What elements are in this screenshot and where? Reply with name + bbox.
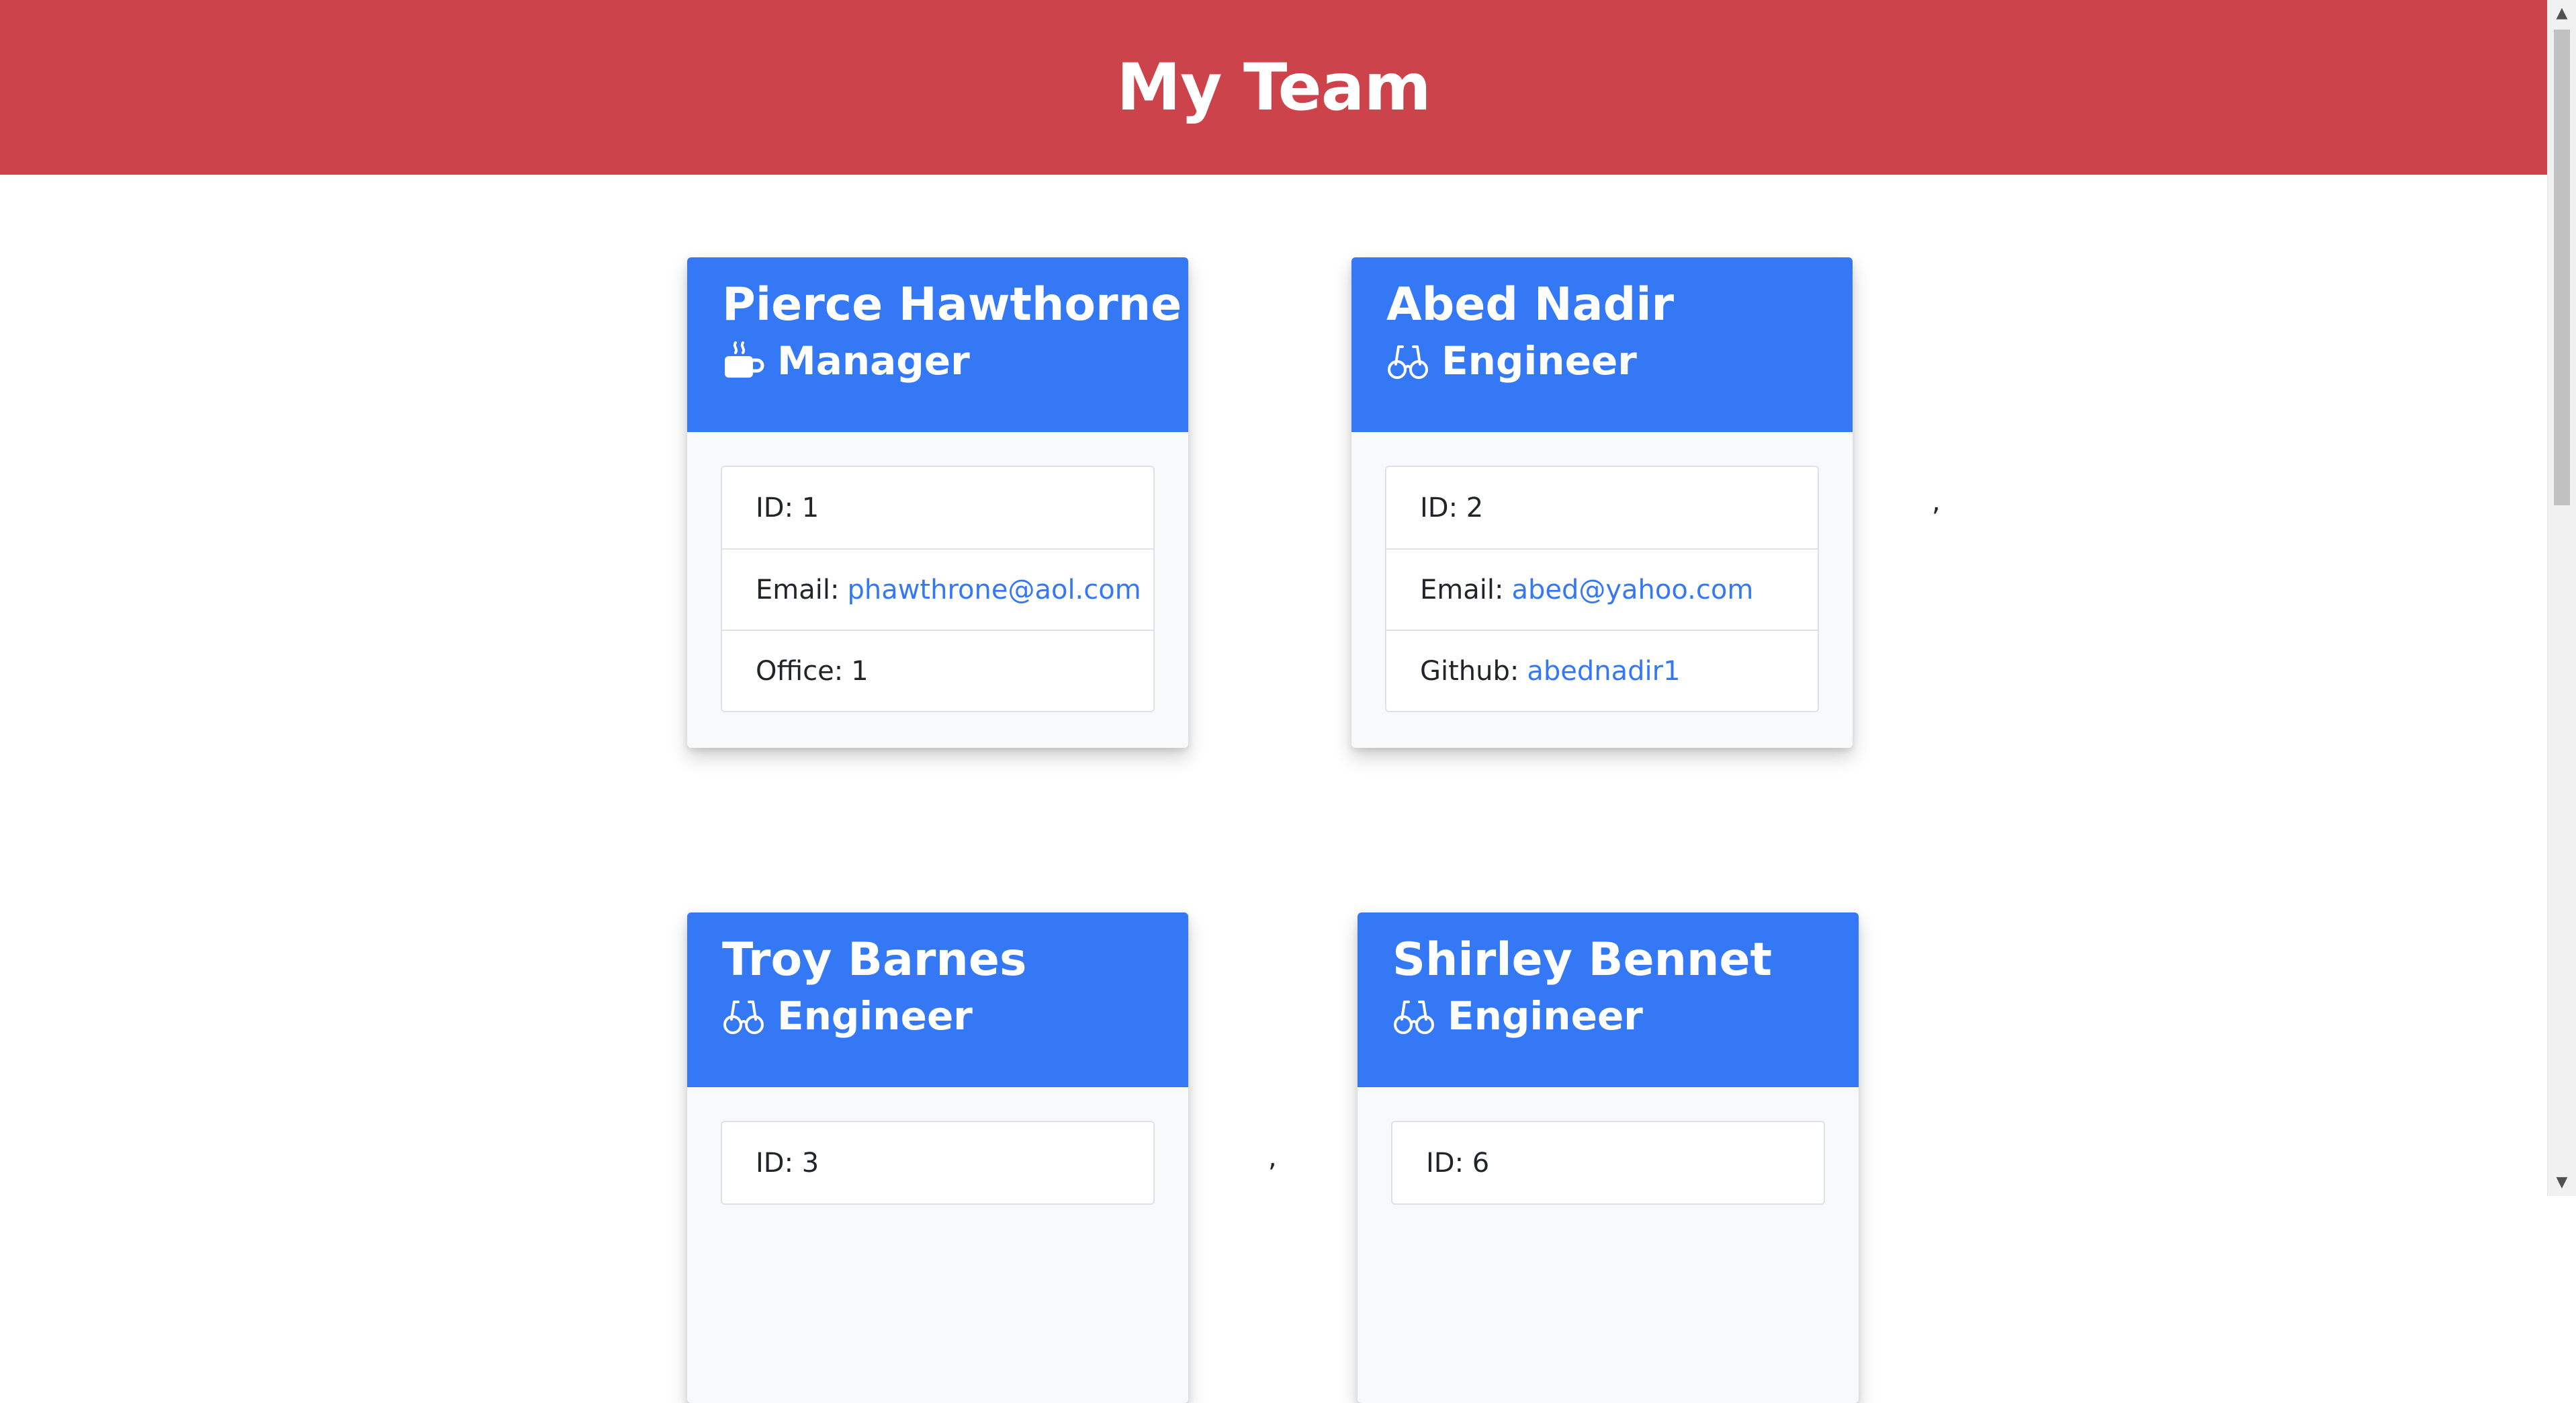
stray-separator: ,	[1932, 486, 1941, 517]
employee-card: Pierce Hawthorne Manager ID: 1 Email: ph…	[687, 257, 1188, 748]
scroll-down-arrow-icon[interactable]: ▼	[2548, 1169, 2576, 1196]
role-label: Engineer	[1441, 337, 1637, 384]
list-item: ID: 2	[1386, 467, 1818, 548]
glasses-icon	[722, 995, 765, 1038]
employee-role: Engineer	[1386, 337, 1818, 384]
card-header: Shirley Bennet Engineer	[1358, 912, 1859, 1087]
glasses-icon	[1386, 340, 1429, 383]
role-label: Engineer	[777, 992, 973, 1039]
role-label: Engineer	[1448, 992, 1643, 1039]
github-link[interactable]: abednadir1	[1527, 656, 1680, 687]
employee-name: Troy Barnes	[722, 933, 1027, 986]
employee-role: Manager	[722, 337, 1153, 384]
office-label: Office:	[756, 655, 844, 687]
office-number: 1	[851, 655, 869, 687]
list-item: Office: 1	[722, 630, 1153, 711]
email-label: Email:	[1420, 574, 1504, 605]
role-label: Manager	[777, 337, 970, 384]
info-list: ID: 2 Email: abed@yahoo.com Github: abed…	[1385, 466, 1819, 712]
list-item: ID: 3	[722, 1122, 1153, 1203]
card-body: ID: 1 Email: phawthrone@aol.com Office: …	[687, 432, 1188, 746]
email-link[interactable]: phawthrone@aol.com	[847, 575, 1141, 605]
list-item: Email: abed@yahoo.com	[1386, 548, 1818, 630]
employee-role: Engineer	[1392, 992, 1824, 1039]
employee-id: ID: 2	[1420, 492, 1484, 523]
mug-icon	[722, 340, 765, 383]
page-header: My Team	[0, 0, 2547, 175]
list-item: ID: 1	[722, 467, 1153, 548]
page-title: My Team	[1116, 50, 1431, 125]
employee-card: Abed Nadir Engineer ID: 2 Email: abed@ya…	[1351, 257, 1853, 748]
scroll-up-arrow-icon[interactable]: ▲	[2548, 0, 2576, 27]
card-body: ID: 2 Email: abed@yahoo.com Github: abed…	[1351, 432, 1853, 746]
list-item: ID: 6	[1392, 1122, 1824, 1203]
card-header: Abed Nadir Engineer	[1351, 257, 1853, 432]
employee-card: Troy Barnes Engineer ID: 3	[687, 912, 1188, 1403]
employee-role: Engineer	[722, 992, 1153, 1039]
employee-card: Shirley Bennet Engineer ID: 6	[1358, 912, 1859, 1403]
card-body: ID: 6	[1358, 1087, 1859, 1238]
employee-name: Pierce Hawthorne	[722, 278, 1182, 331]
employee-id: ID: 6	[1426, 1147, 1490, 1179]
info-list: ID: 1 Email: phawthrone@aol.com Office: …	[721, 466, 1155, 712]
card-header: Pierce Hawthorne Manager	[687, 257, 1188, 432]
email-link[interactable]: abed@yahoo.com	[1511, 575, 1753, 605]
employee-id: ID: 3	[756, 1147, 819, 1179]
info-list: ID: 6	[1391, 1121, 1825, 1205]
list-item: Github: abednadir1	[1386, 630, 1818, 711]
stray-separator: ,	[1268, 1142, 1277, 1173]
list-item: Email: phawthrone@aol.com	[722, 548, 1153, 630]
employee-name: Shirley Bennet	[1392, 933, 1773, 986]
employee-name: Abed Nadir	[1386, 278, 1675, 331]
vertical-scrollbar[interactable]: ▲ ▼	[2547, 0, 2576, 1196]
github-label: Github:	[1420, 655, 1519, 687]
card-body: ID: 3	[687, 1087, 1188, 1238]
scrollbar-thumb[interactable]	[2554, 30, 2570, 505]
email-label: Email:	[756, 574, 840, 605]
glasses-icon	[1392, 995, 1435, 1038]
card-header: Troy Barnes Engineer	[687, 912, 1188, 1087]
info-list: ID: 3	[721, 1121, 1155, 1205]
employee-id: ID: 1	[756, 492, 819, 523]
